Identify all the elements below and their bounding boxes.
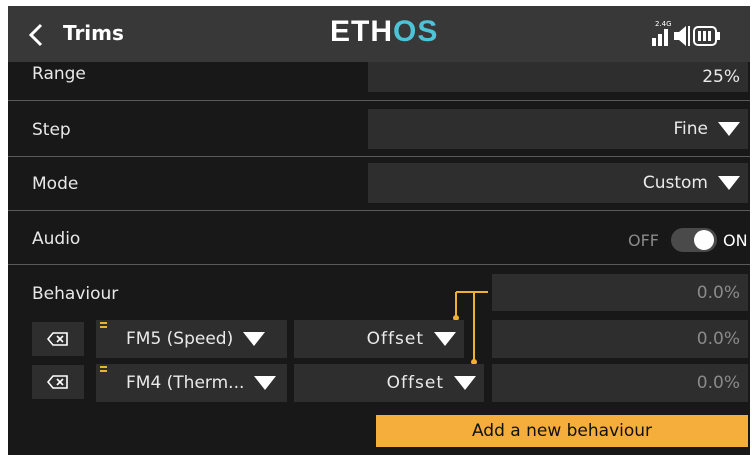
add-behaviour-button[interactable]: Add a new behaviour (376, 415, 748, 447)
audio-on-label: ON (723, 230, 748, 250)
step-value: Fine (673, 119, 709, 139)
behaviour-type-value: Offset (366, 329, 424, 349)
divider (8, 100, 750, 101)
step-label: Step (32, 120, 71, 140)
behaviour-type-value: Offset (386, 373, 444, 393)
audio-toggle[interactable]: OFF ON (628, 226, 748, 254)
dropdown-arrow-icon (254, 376, 277, 390)
flight-mode-marker (100, 370, 107, 372)
page-title: Trims (63, 21, 124, 45)
delete-row-button[interactable] (32, 322, 84, 356)
flight-mode-marker (100, 326, 107, 328)
range-label: Range (32, 64, 86, 84)
flight-mode-marker (100, 322, 107, 324)
audio-off-label: OFF (628, 230, 659, 250)
battery-icon (693, 26, 720, 46)
dropdown-arrow-icon (243, 332, 266, 346)
behaviour-type-dropdown[interactable]: Offset (294, 364, 484, 402)
range-value: 25% (702, 67, 740, 87)
audio-label: Audio (32, 229, 81, 249)
divider (8, 210, 750, 211)
speaker-icon (674, 26, 690, 46)
back-arrow-icon[interactable] (22, 20, 52, 50)
behaviour-value-field[interactable]: 0.0% (492, 320, 748, 358)
mode-label: Mode (32, 174, 79, 194)
behaviour-total-field: 0.0% (492, 274, 748, 311)
flight-mode-value: FM5 (Speed) (126, 329, 234, 349)
dropdown-arrow-icon (718, 176, 740, 190)
dropdown-arrow-icon (718, 122, 740, 136)
dropdown-arrow-icon (454, 376, 476, 390)
band-label: 2.4G (655, 20, 672, 28)
dropdown-arrow-icon (434, 332, 456, 346)
mode-value: Custom (642, 173, 708, 193)
behaviour-value: 0.0% (696, 329, 740, 349)
flight-mode-marker (100, 366, 107, 368)
status-icons: 2.4G (652, 20, 720, 46)
behaviour-value-field[interactable]: 0.0% (492, 364, 748, 402)
behaviour-value: 0.0% (696, 373, 740, 393)
flight-mode-value: FM4 (Therm... (126, 373, 245, 393)
delete-icon (47, 332, 68, 346)
flight-mode-dropdown[interactable]: FM4 (Therm... (96, 364, 287, 402)
header-bar: Trims ETHOS 2.4G (8, 6, 750, 62)
ethos-logo: ETHOS (330, 15, 439, 48)
signal-icon (652, 29, 668, 46)
toggle-track (671, 228, 717, 252)
range-field[interactable]: 25% (368, 62, 748, 92)
mode-dropdown[interactable]: Custom (368, 163, 748, 203)
delete-row-button[interactable] (32, 365, 84, 399)
step-dropdown[interactable]: Fine (368, 109, 748, 149)
behaviour-total-value: 0.0% (696, 282, 740, 303)
divider (8, 264, 750, 265)
toggle-knob (694, 230, 714, 250)
trims-screen: Trims ETHOS 2.4G Range 25% Step Fine Mod… (8, 6, 750, 455)
flight-mode-dropdown[interactable]: FM5 (Speed) (96, 320, 287, 358)
divider (8, 156, 750, 157)
delete-icon (47, 375, 68, 389)
behaviour-label: Behaviour (32, 284, 119, 304)
behaviour-type-dropdown[interactable]: Offset (294, 320, 464, 358)
